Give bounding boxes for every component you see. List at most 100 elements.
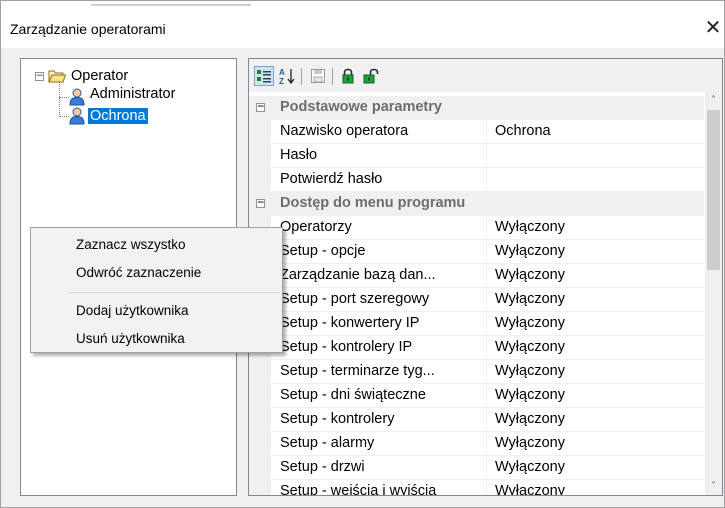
scroll-down-button[interactable]: ˅ [705, 478, 722, 495]
user-icon [69, 107, 85, 125]
property-name: Setup - konwertery IP [271, 312, 487, 336]
property-name: Setup - opcje [271, 240, 487, 264]
property-row[interactable]: Setup - dni świąteczne Wyłączony [249, 384, 704, 408]
property-name: Hasło [271, 144, 487, 168]
property-grid-toolbar: A Z [249, 59, 722, 92]
property-row[interactable]: Nazwisko operatora Ochrona [249, 120, 704, 144]
property-value[interactable]: Wyłączony [487, 216, 704, 240]
row-gutter [249, 120, 271, 144]
property-row[interactable]: Setup - port szeregowy Wyłączony [249, 288, 704, 312]
lock-icon [340, 68, 356, 84]
tree-node-ochrona[interactable]: Ochrona [69, 107, 148, 125]
property-row[interactable]: Zarządzanie bazą dan... Wyłączony [249, 264, 704, 288]
property-row[interactable]: Potwierdź hasło [249, 168, 704, 192]
property-value[interactable]: Wyłączony [487, 456, 704, 480]
tree-node-label: Administrator [90, 86, 176, 102]
property-value[interactable]: Wyłączony [487, 312, 704, 336]
property-value[interactable]: Ochrona [487, 120, 704, 144]
window-title: Zarządzanie operatorami [10, 21, 166, 37]
background-strip [1, 1, 724, 10]
close-icon: ✕ [704, 17, 722, 39]
lock-button[interactable] [338, 66, 358, 86]
property-value[interactable]: Wyłączony [487, 432, 704, 456]
unlock-button[interactable] [362, 66, 382, 86]
tree-context-menu: Zaznacz wszystko Odwróć zaznaczenie Doda… [30, 227, 283, 353]
property-name: Potwierdź hasło [271, 168, 487, 192]
scrollbar-thumb[interactable] [707, 110, 720, 270]
scroll-up-button[interactable]: ˄ [705, 92, 722, 109]
property-name: Nazwisko operatora [271, 120, 487, 144]
property-name: Setup - kontrolery IP [271, 336, 487, 360]
property-row[interactable]: Operatorzy Wyłączony [249, 216, 704, 240]
property-row[interactable]: Setup - wejścia i wyjścia Wyłączony [249, 480, 704, 495]
categorized-view-icon [256, 68, 272, 84]
property-grid: A Z − Podstawowe parametry Nazwisko oper… [248, 58, 723, 496]
property-value[interactable] [487, 144, 704, 168]
save-button[interactable] [308, 66, 328, 86]
collapse-icon[interactable]: − [256, 199, 265, 208]
property-row[interactable]: Setup - alarmy Wyłączony [249, 432, 704, 456]
row-gutter [249, 480, 271, 495]
user-icon [69, 88, 85, 106]
property-row[interactable]: Setup - kontrolery IP Wyłączony [249, 336, 704, 360]
property-value[interactable]: Wyłączony [487, 384, 704, 408]
title-bar: Zarządzanie operatorami ✕ [1, 10, 724, 48]
property-name: Setup - wejścia i wyjścia [271, 480, 487, 495]
property-name: Setup - dni świąteczne [271, 384, 487, 408]
property-row[interactable]: Setup - kontrolery Wyłączony [249, 408, 704, 432]
property-value[interactable]: Wyłączony [487, 288, 704, 312]
category-header[interactable]: − Podstawowe parametry [249, 96, 704, 120]
menu-item-add-user[interactable]: Dodaj użytkownika [76, 303, 189, 318]
menu-item-invert-selection[interactable]: Odwróć zaznaczenie [76, 265, 201, 280]
menu-separator [68, 292, 280, 293]
close-button[interactable]: ✕ [702, 16, 724, 40]
categorized-button[interactable] [254, 66, 274, 86]
toolbar-separator [301, 68, 302, 85]
collapse-icon[interactable]: − [256, 103, 265, 112]
chevron-down-icon: ˅ [711, 481, 716, 492]
category-header[interactable]: − Dostęp do menu programu [249, 192, 704, 216]
svg-text:Z: Z [279, 77, 284, 85]
chevron-up-icon: ˄ [711, 95, 716, 106]
property-value[interactable]: Wyłączony [487, 408, 704, 432]
row-gutter [249, 144, 271, 168]
row-gutter [249, 432, 271, 456]
property-row[interactable]: Hasło [249, 144, 704, 168]
tree-node-root[interactable]: − Operator [35, 67, 130, 85]
collapse-icon[interactable]: − [35, 71, 44, 81]
menu-item-select-all[interactable]: Zaznacz wszystko [76, 237, 186, 252]
property-name: Setup - terminarze tyg... [271, 360, 487, 384]
property-name: Setup - drzwi [271, 456, 487, 480]
property-row[interactable]: Setup - drzwi Wyłączony [249, 456, 704, 480]
row-gutter [249, 168, 271, 192]
background-line [91, 4, 251, 6]
property-value[interactable]: Wyłączony [487, 336, 704, 360]
property-name: Operatorzy [271, 216, 487, 240]
sort-alphabetical-button[interactable]: A Z [277, 66, 297, 86]
tree-connector [59, 116, 69, 117]
property-value[interactable]: Wyłączony [487, 480, 704, 495]
property-value[interactable]: Wyłączony [487, 264, 704, 288]
menu-item-remove-user[interactable]: Usuń użytkownika [76, 331, 185, 346]
property-value[interactable]: Wyłączony [487, 240, 704, 264]
row-gutter [249, 384, 271, 408]
tree-node-label-selected: Ochrona [88, 108, 148, 124]
svg-text:A: A [279, 68, 285, 77]
property-row[interactable]: Setup - konwertery IP Wyłączony [249, 312, 704, 336]
property-name: Zarządzanie bazą dan... [271, 264, 487, 288]
property-row[interactable]: Setup - opcje Wyłączony [249, 240, 704, 264]
row-gutter [249, 456, 271, 480]
property-value[interactable] [487, 168, 704, 192]
operator-management-dialog: Zarządzanie operatorami ✕ − Operator Adm… [0, 0, 725, 508]
category-title: Podstawowe parametry [280, 99, 442, 115]
category-title: Dostęp do menu programu [280, 195, 466, 211]
property-rows: − Podstawowe parametry Nazwisko operator… [249, 96, 704, 495]
property-value[interactable]: Wyłączony [487, 360, 704, 384]
tree-node-administrator[interactable]: Administrator [69, 86, 177, 106]
save-icon [310, 68, 326, 84]
property-row[interactable]: Setup - terminarze tyg... Wyłączony [249, 360, 704, 384]
unlock-icon [363, 68, 381, 84]
toolbar-separator [332, 68, 333, 85]
vertical-scrollbar[interactable]: ˄ ˅ [705, 92, 722, 495]
property-name: Setup - port szeregowy [271, 288, 487, 312]
